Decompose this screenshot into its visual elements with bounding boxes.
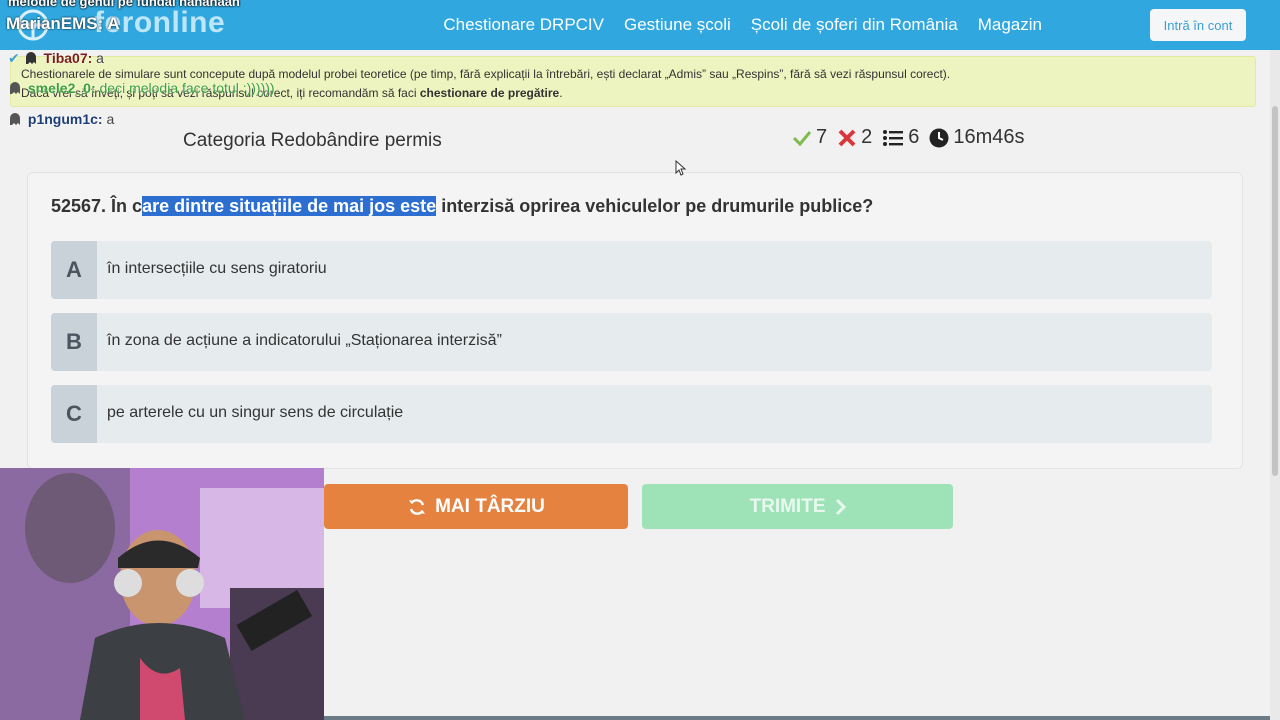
quiz-category-title: Categoria Redobândire permis [183, 130, 442, 151]
nav-link-gestiune-scoli[interactable]: Gestiune școli [624, 15, 731, 35]
mouse-cursor-icon [675, 160, 687, 176]
answer-option-b[interactable]: B în zona de acțiune a indicatorului „St… [51, 313, 1212, 371]
ghost-icon [10, 82, 20, 94]
question-text-start: 52567. În c [51, 196, 143, 216]
chevron-right-icon [835, 498, 846, 515]
notice-line-2-end: . [559, 86, 563, 100]
correct-count: 7 [792, 126, 827, 149]
answer-text: în intersecțiile cu sens giratoriu [107, 260, 327, 277]
main-nav: Chestionare DRPCIV Gestiune școli Școli … [443, 0, 1042, 50]
answer-text: pe arterele cu un singur sens de circula… [107, 404, 404, 421]
submit-button-label: TRIMITE [749, 495, 826, 517]
chat-text: a [106, 111, 115, 127]
cross-icon [838, 129, 856, 146]
question-text-selection: are dintre situațiile de mai jos este [142, 196, 437, 216]
ghost-icon [25, 52, 36, 64]
stream-overlay-title: melodie de genul pe fundal hahahaah [8, 0, 240, 9]
bottom-divider [324, 716, 1270, 720]
scrollbar-thumb[interactable] [1272, 106, 1278, 476]
nav-link-chestionare[interactable]: Chestionare DRPCIV [443, 15, 604, 35]
question-text: 52567. În care dintre situațiile de mai … [51, 196, 873, 217]
checkmark-icon [792, 130, 812, 146]
answer-option-a[interactable]: A în intersecțiile cu sens giratoriu [51, 241, 1212, 299]
submit-button[interactable]: TRIMITE [642, 484, 953, 529]
chat-nick: smele2_0: [27, 80, 96, 96]
chat-message: p1ngum1c: a [8, 111, 114, 127]
ghost-icon [10, 113, 20, 125]
timer-value: 16m46s [953, 126, 1025, 148]
later-button-label: MAI TÂRZIU [435, 495, 545, 517]
question-text-end: interzisă oprirea vehiculelor pe drumuri… [436, 196, 874, 216]
quiz-stats: 7 2 6 16m46s [792, 126, 1025, 149]
login-button[interactable]: Intră în cont [1150, 9, 1246, 41]
chat-message: smele2_0: deci melodia face totul :)))))… [8, 80, 275, 96]
wrong-count: 2 [837, 126, 872, 149]
correct-count-value: 7 [816, 126, 828, 148]
chat-nick: p1ngum1c: [27, 111, 103, 127]
list-icon [883, 129, 904, 146]
answer-letter: C [51, 385, 97, 443]
later-button[interactable]: MAI TÂRZIU [324, 484, 628, 529]
clock-icon [929, 128, 949, 147]
streamer-webcam-image [0, 468, 324, 720]
wrong-count-value: 2 [861, 126, 873, 148]
chat-nick: Tiba07: [43, 50, 93, 66]
page-scrollbar[interactable] [1270, 50, 1280, 720]
stream-overlay-user: MarianEMS: A [6, 14, 120, 33]
chat-text: deci melodia face totul :)))))) [99, 80, 275, 96]
check-badge-icon: ✔ [8, 50, 20, 66]
remaining-count: 6 [882, 126, 919, 149]
nav-link-magazin[interactable]: Magazin [978, 15, 1042, 35]
answer-text: în zona de acțiune a indicatorului „Staț… [107, 332, 502, 349]
notice-link-practice[interactable]: chestionare de pregătire [420, 86, 559, 100]
answer-letter: A [51, 241, 97, 299]
chat-text: a [96, 50, 104, 66]
answer-letter: B [51, 313, 97, 371]
timer: 16m46s [929, 126, 1025, 149]
nav-link-scoli-soferi[interactable]: Școli de șoferi din România [751, 15, 958, 35]
refresh-icon [409, 498, 426, 515]
chat-message: ✔ Tiba07: a [8, 50, 104, 67]
answer-option-c[interactable]: C pe arterele cu un singur sens de circu… [51, 385, 1212, 443]
notice-line-1: Chestionarele de simulare sunt concepute… [21, 67, 951, 81]
remaining-count-value: 6 [908, 126, 920, 148]
